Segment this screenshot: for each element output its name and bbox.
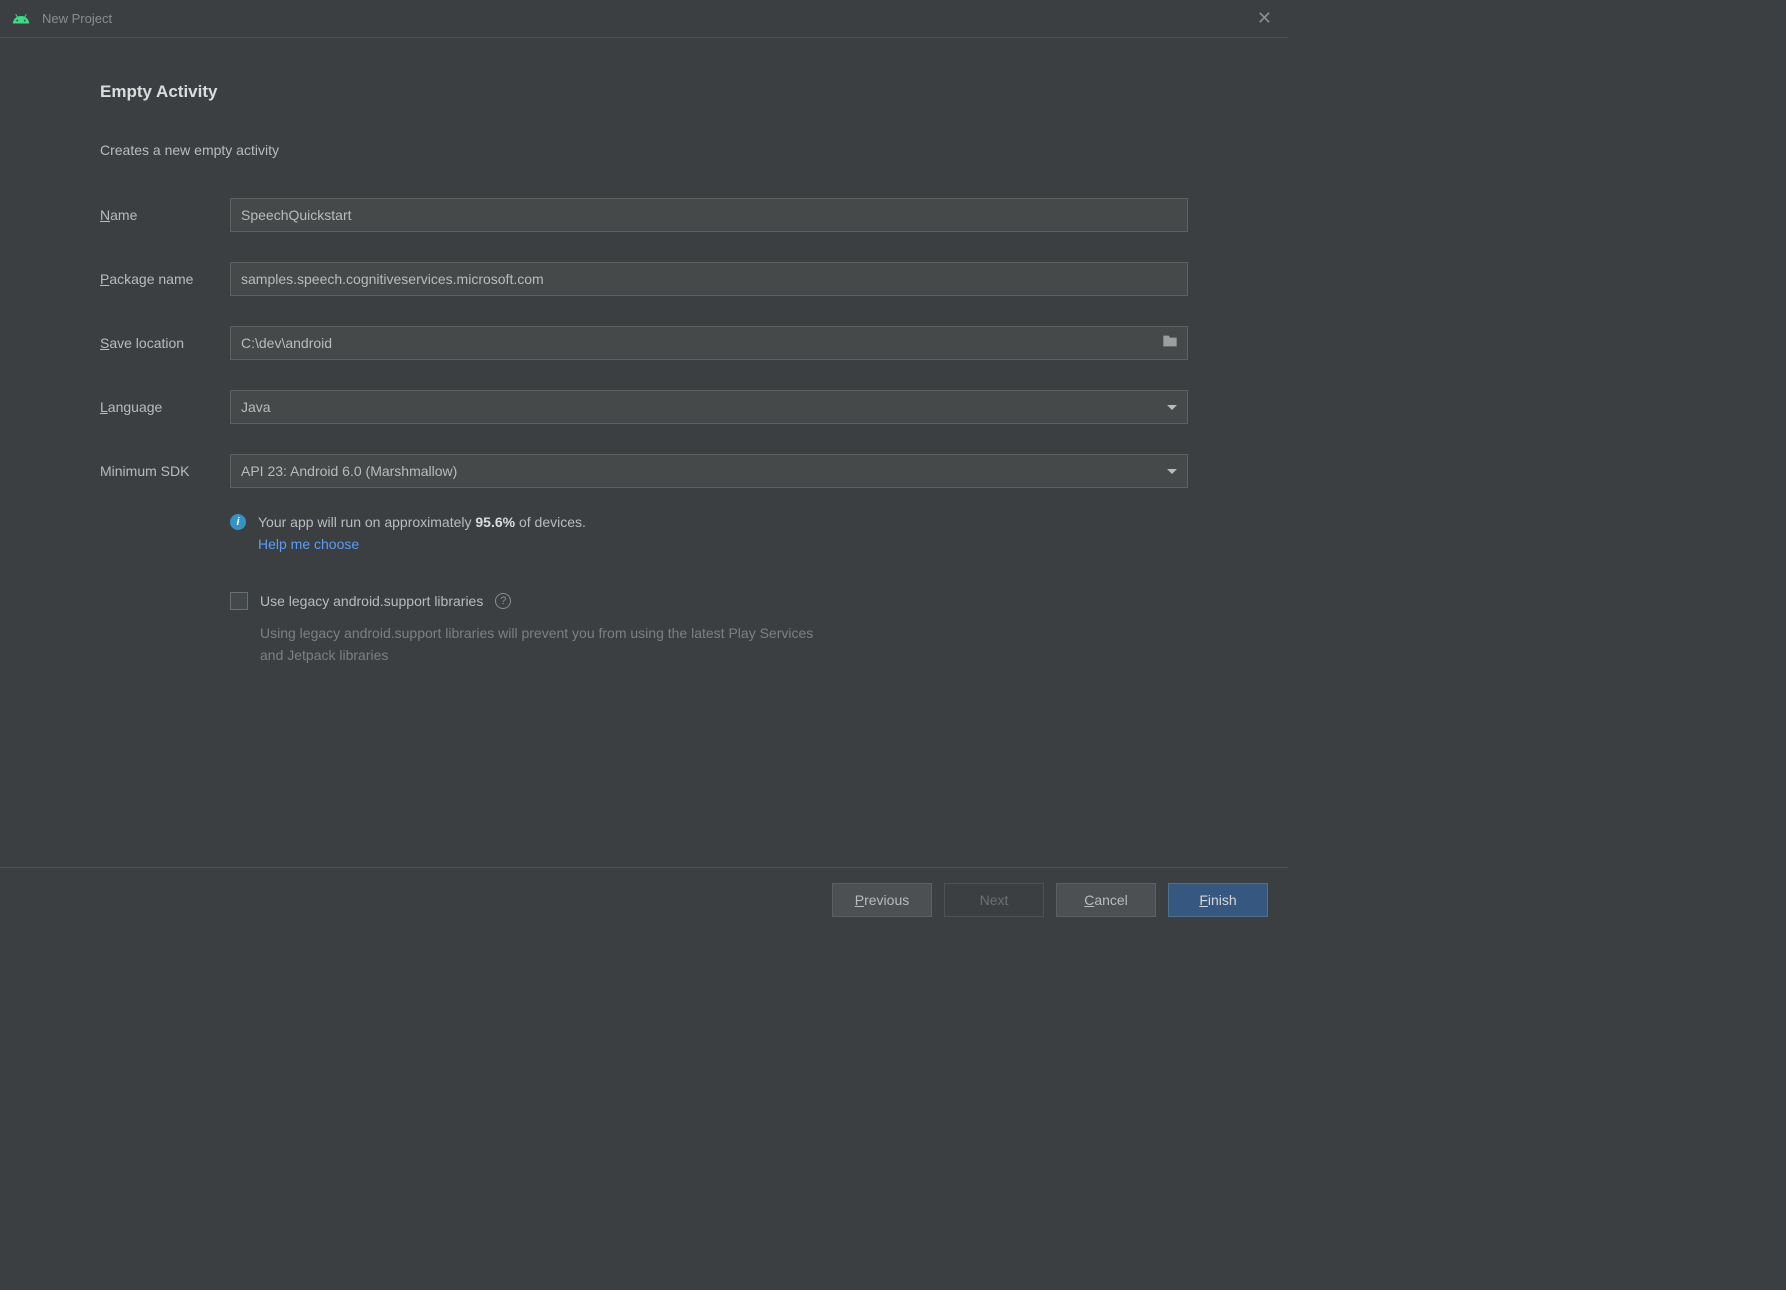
info-icon: i (230, 514, 246, 530)
legacy-checkbox[interactable] (230, 592, 248, 610)
close-icon[interactable]: ✕ (1253, 8, 1276, 29)
wizard-content: Empty Activity Creates a new empty activ… (0, 38, 1288, 867)
next-button: Next (944, 883, 1044, 917)
help-icon[interactable]: ? (495, 593, 511, 609)
name-input[interactable] (230, 198, 1188, 232)
device-coverage-text: Your app will run on approximately 95.6%… (258, 514, 586, 530)
label-language: Language (100, 399, 230, 415)
window-title: New Project (42, 11, 1253, 26)
folder-icon (1162, 334, 1178, 353)
language-dropdown[interactable]: Java (230, 390, 1188, 424)
min-sdk-value: API 23: Android 6.0 (Marshmallow) (241, 463, 457, 479)
row-language: Language Java (100, 390, 1188, 424)
cancel-button[interactable]: Cancel (1056, 883, 1156, 917)
package-input[interactable] (230, 262, 1188, 296)
label-name: Name (100, 207, 230, 223)
label-save-location: Save location (100, 335, 230, 351)
chevron-down-icon (1167, 469, 1177, 474)
footer: Previous Next Cancel Finish (0, 867, 1288, 931)
help-me-choose-link[interactable]: Help me choose (258, 536, 1188, 552)
previous-button[interactable]: Previous (832, 883, 932, 917)
android-icon (12, 10, 30, 28)
save-location-input[interactable] (230, 326, 1152, 360)
legacy-hint: Using legacy android.support libraries w… (260, 622, 820, 667)
language-value: Java (241, 399, 271, 415)
legacy-label: Use legacy android.support libraries (260, 593, 483, 609)
page-heading: Empty Activity (100, 82, 1188, 102)
finish-button[interactable]: Finish (1168, 883, 1268, 917)
legacy-block: Use legacy android.support libraries ? U… (230, 592, 1188, 667)
chevron-down-icon (1167, 405, 1177, 410)
page-description: Creates a new empty activity (100, 142, 1188, 158)
titlebar: New Project ✕ (0, 0, 1288, 38)
row-package: Package name (100, 262, 1188, 296)
label-min-sdk: Minimum SDK (100, 463, 230, 479)
label-package: Package name (100, 271, 230, 287)
browse-folder-button[interactable] (1152, 326, 1188, 360)
row-save-location: Save location (100, 326, 1188, 360)
row-min-sdk: Minimum SDK API 23: Android 6.0 (Marshma… (100, 454, 1188, 488)
sdk-info: i Your app will run on approximately 95.… (230, 514, 1188, 552)
min-sdk-dropdown[interactable]: API 23: Android 6.0 (Marshmallow) (230, 454, 1188, 488)
row-name: Name (100, 198, 1188, 232)
